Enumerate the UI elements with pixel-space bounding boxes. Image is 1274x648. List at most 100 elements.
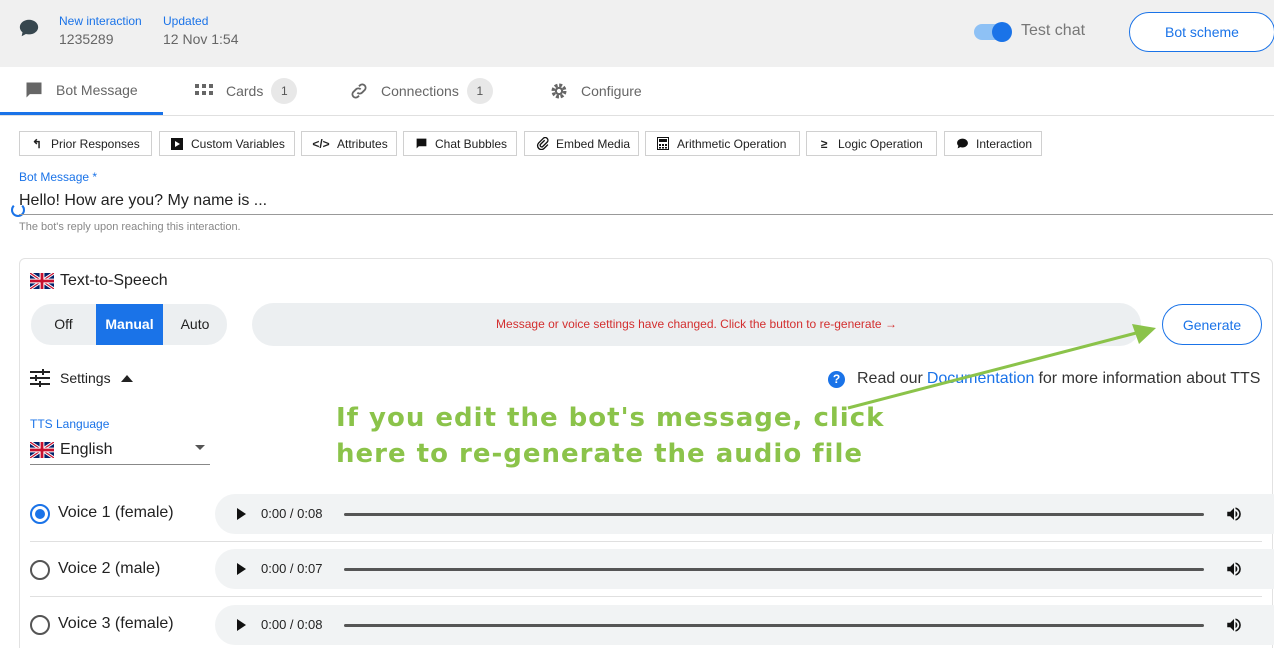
play-box-icon [170,137,184,151]
annotation-text: If you edit the bot's message, click her… [336,400,884,472]
chat-bubble-icon [414,137,428,151]
voice-row: Voice 1 (female) 0:00 / 0:08 [30,487,1274,542]
audio-player: 0:00 / 0:08 [215,605,1274,645]
settings-toggle[interactable]: Settings [30,369,133,387]
audio-player: 0:00 / 0:07 [215,549,1274,589]
prior-responses-button[interactable]: ↰ Prior Responses [19,131,152,156]
button-label: Interaction [976,136,1033,151]
voice-radio[interactable] [30,615,50,635]
interaction-label: New interaction [59,14,142,28]
bot-scheme-button[interactable]: Bot scheme [1129,12,1274,52]
chat-bubble-icon [19,19,39,37]
button-label: Custom Variables [191,136,285,151]
volume-icon[interactable] [1225,505,1243,523]
link-icon [349,81,369,101]
annotation-arrow-icon [847,324,1156,410]
interaction-id: 1235289 [59,31,114,47]
calculator-icon [656,137,670,151]
test-chat-label: Test chat [1021,22,1086,39]
uk-flag-icon [30,442,54,458]
tab-label: Cards [226,83,264,99]
paperclip-icon [535,137,549,151]
tts-mode-selector: Off Manual Auto [31,304,227,345]
annotation-line: here to re-generate the audio file [336,439,863,469]
audio-seek-bar[interactable] [344,568,1204,571]
play-icon[interactable] [237,508,246,520]
volume-icon[interactable] [1225,616,1243,634]
interaction-button[interactable]: Interaction [944,131,1042,156]
top-header: New interaction 1235289 Updated 12 Nov 1… [0,0,1274,67]
tts-title: Text-to-Speech [30,272,168,290]
toggle-knob [992,22,1012,42]
button-label: Logic Operation [838,136,923,151]
tab-bot-message[interactable]: Bot Message [0,67,163,115]
attributes-button[interactable]: </> Attributes [301,131,397,156]
voice-label: Voice 2 (male) [58,560,161,577]
interaction-meta: New interaction 1235289 [59,14,142,47]
voice-row: Voice 2 (male) 0:00 / 0:07 [30,542,1274,597]
updated-label: Updated [163,14,209,28]
mode-manual-option[interactable]: Manual [96,304,163,345]
code-icon: </> [312,136,330,151]
logic-icon: ≥ [820,136,828,151]
tab-connections[interactable]: Connections 1 [349,67,493,115]
reply-icon: ↰ [31,136,43,151]
play-icon[interactable] [237,563,246,575]
tab-configure[interactable]: Configure [549,67,642,115]
play-icon[interactable] [237,619,246,631]
tab-cards[interactable]: Cards 1 [194,67,298,115]
count-badge: 1 [271,78,298,104]
generate-button[interactable]: Generate [1162,304,1262,345]
annotation-line: If you edit the bot's message, click [336,403,885,433]
audio-time: 0:00 / 0:07 [261,561,323,576]
chat-bubbles-button[interactable]: Chat Bubbles [403,131,517,156]
voice-label: Voice 1 (female) [58,504,174,521]
embed-media-button[interactable]: Embed Media [524,131,639,156]
tab-bar: Bot Message Cards 1 Connections 1 Config… [0,67,1274,116]
sliders-icon [30,369,50,387]
arithmetic-operation-button[interactable]: Arithmetic Operation [645,131,800,156]
tts-language-label: TTS Language [30,417,110,431]
uk-flag-icon [30,273,54,289]
voice-radio[interactable] [30,560,50,580]
chevron-down-icon [195,445,205,450]
tts-title-text: Text-to-Speech [60,272,168,289]
mode-auto-option[interactable]: Auto [163,304,227,345]
button-label: Chat Bubbles [435,136,508,151]
voice-radio[interactable] [30,504,50,524]
button-label: Embed Media [556,136,631,151]
bot-message-input[interactable]: Hello! How are you? My name is ... [19,192,267,210]
button-label: Arithmetic Operation [677,136,787,151]
logic-operation-button[interactable]: ≥ Logic Operation [806,131,937,156]
custom-variables-button[interactable]: Custom Variables [159,131,295,156]
mode-off-option[interactable]: Off [31,304,96,345]
grid-icon [194,81,214,101]
comment-icon [955,137,969,151]
bot-message-help: The bot's reply upon reaching this inter… [19,221,241,233]
tts-language-select[interactable]: English [30,436,210,465]
audio-time: 0:00 / 0:08 [261,617,323,632]
chevron-up-icon [120,374,133,382]
gear-icon [549,81,569,101]
audio-time: 0:00 / 0:08 [261,506,323,521]
input-underline [19,214,1273,215]
bot-message-label: Bot Message * [19,170,98,184]
tab-label: Configure [581,83,642,99]
updated-meta: Updated 12 Nov 1:54 [163,14,239,47]
voice-label: Voice 3 (female) [58,615,174,632]
settings-label: Settings [60,370,111,386]
audio-seek-bar[interactable] [344,624,1204,627]
chat-bubble-icon [24,80,44,100]
audio-player: 0:00 / 0:08 [215,494,1274,534]
voice-row: Voice 3 (female) 0:00 / 0:08 [30,598,1274,648]
button-label: Attributes [337,136,388,151]
count-badge: 1 [466,78,493,104]
volume-icon[interactable] [1225,560,1243,578]
test-chat-toggle[interactable] [974,22,1012,42]
button-label: Prior Responses [51,136,140,151]
updated-value: 12 Nov 1:54 [163,31,239,47]
language-value: English [60,441,113,458]
audio-seek-bar[interactable] [344,513,1204,516]
tab-label: Connections [381,83,459,99]
tab-label: Bot Message [56,81,138,98]
